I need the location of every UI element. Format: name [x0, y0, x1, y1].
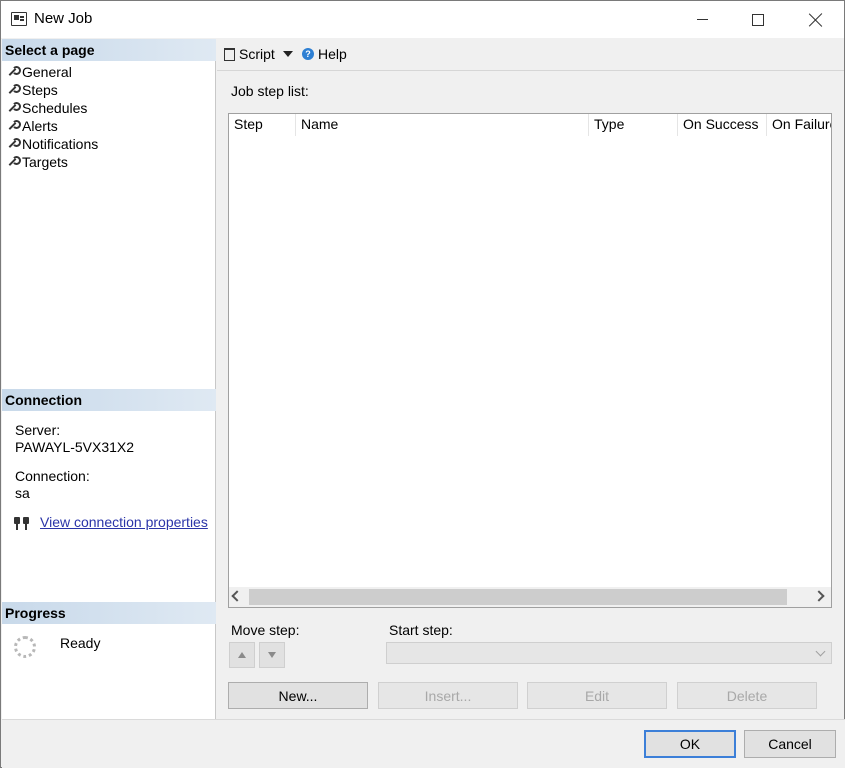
insert-step-button[interactable]: Insert... — [378, 682, 518, 709]
minimize-button[interactable] — [673, 1, 731, 38]
window-app-icon — [11, 12, 27, 26]
chevron-down-icon — [815, 646, 826, 657]
help-label: Help — [318, 46, 347, 62]
start-step-label: Start step: — [389, 622, 453, 638]
wrench-icon — [6, 138, 21, 150]
job-step-list-label: Job step list: — [231, 83, 309, 99]
progress-spinner-icon — [14, 636, 36, 658]
left-pane: Select a page General Steps Schedules Al… — [2, 39, 216, 719]
start-step-select[interactable] — [386, 642, 832, 664]
horizontal-scrollbar[interactable] — [229, 587, 831, 607]
page-item-alerts[interactable]: Alerts — [6, 117, 98, 135]
column-header-name[interactable]: Name — [296, 114, 589, 136]
script-button[interactable]: Script — [224, 46, 275, 62]
column-header-on-success[interactable]: On Success — [678, 114, 767, 136]
scroll-right-icon[interactable] — [813, 590, 825, 602]
wrench-icon — [6, 102, 21, 114]
window-title: New Job — [34, 10, 93, 27]
toolbar: Script ? Help — [217, 39, 844, 71]
connection-label: Connection: — [15, 468, 90, 484]
page-item-notifications[interactable]: Notifications — [6, 135, 98, 153]
page-nav-list: General Steps Schedules Alerts Notificat… — [6, 63, 98, 171]
page-item-label: Notifications — [22, 136, 99, 152]
arrow-up-icon — [238, 652, 246, 658]
maximize-icon — [752, 13, 764, 26]
column-header-on-failure[interactable]: On Failure — [767, 114, 831, 136]
job-step-grid[interactable]: Step Name Type On Success On Failure — [228, 113, 832, 608]
maximize-button[interactable] — [729, 1, 787, 38]
wrench-icon — [6, 84, 21, 96]
move-step-label: Move step: — [231, 622, 300, 638]
page-item-label: Targets — [22, 154, 68, 170]
wrench-icon — [6, 120, 21, 132]
page-item-steps[interactable]: Steps — [6, 81, 98, 99]
grid-header: Step Name Type On Success On Failure — [229, 114, 831, 136]
close-icon — [809, 13, 823, 27]
server-label: Server: — [15, 422, 61, 438]
delete-step-button[interactable]: Delete — [677, 682, 817, 709]
wrench-icon — [6, 156, 21, 168]
page-item-schedules[interactable]: Schedules — [6, 99, 98, 117]
minimize-icon — [696, 19, 708, 20]
plug-icon — [12, 513, 32, 531]
script-label: Script — [239, 46, 275, 62]
new-step-button[interactable]: New... — [228, 682, 368, 709]
edit-step-button[interactable]: Edit — [527, 682, 667, 709]
script-icon — [224, 47, 235, 61]
scroll-left-icon[interactable] — [231, 590, 243, 602]
page-item-label: General — [22, 64, 72, 80]
page-item-label: Schedules — [22, 100, 88, 116]
move-step-down-button[interactable] — [259, 642, 285, 668]
new-job-window: New Job Select a page General Steps Sche… — [0, 0, 845, 768]
script-dropdown-arrow-icon[interactable] — [283, 51, 293, 57]
title-bar: New Job — [1, 1, 844, 38]
column-header-step[interactable]: Step — [229, 114, 296, 136]
view-connection-row: View connection properties — [12, 513, 208, 531]
select-page-header: Select a page — [2, 39, 216, 61]
move-step-up-button[interactable] — [229, 642, 255, 668]
help-icon: ? — [302, 48, 314, 60]
help-button[interactable]: ? Help — [302, 46, 347, 62]
connection-header: Connection — [2, 389, 216, 411]
scrollbar-thumb[interactable] — [249, 589, 787, 605]
server-value: PAWAYL-5VX31X2 — [15, 439, 135, 455]
close-button[interactable] — [787, 1, 845, 38]
view-connection-properties-link[interactable]: View connection properties — [40, 514, 208, 530]
page-item-label: Steps — [22, 82, 58, 98]
wrench-icon — [6, 66, 21, 78]
column-header-type[interactable]: Type — [589, 114, 678, 136]
progress-header: Progress — [2, 602, 216, 624]
arrow-down-icon — [268, 652, 276, 658]
page-item-general[interactable]: General — [6, 63, 98, 81]
ok-button[interactable]: OK — [644, 730, 736, 758]
connection-value: sa — [15, 485, 30, 501]
cancel-button[interactable]: Cancel — [744, 730, 836, 758]
grid-body[interactable] — [229, 136, 831, 586]
page-item-label: Alerts — [22, 118, 58, 134]
page-item-targets[interactable]: Targets — [6, 153, 98, 171]
progress-status: Ready — [60, 635, 101, 651]
